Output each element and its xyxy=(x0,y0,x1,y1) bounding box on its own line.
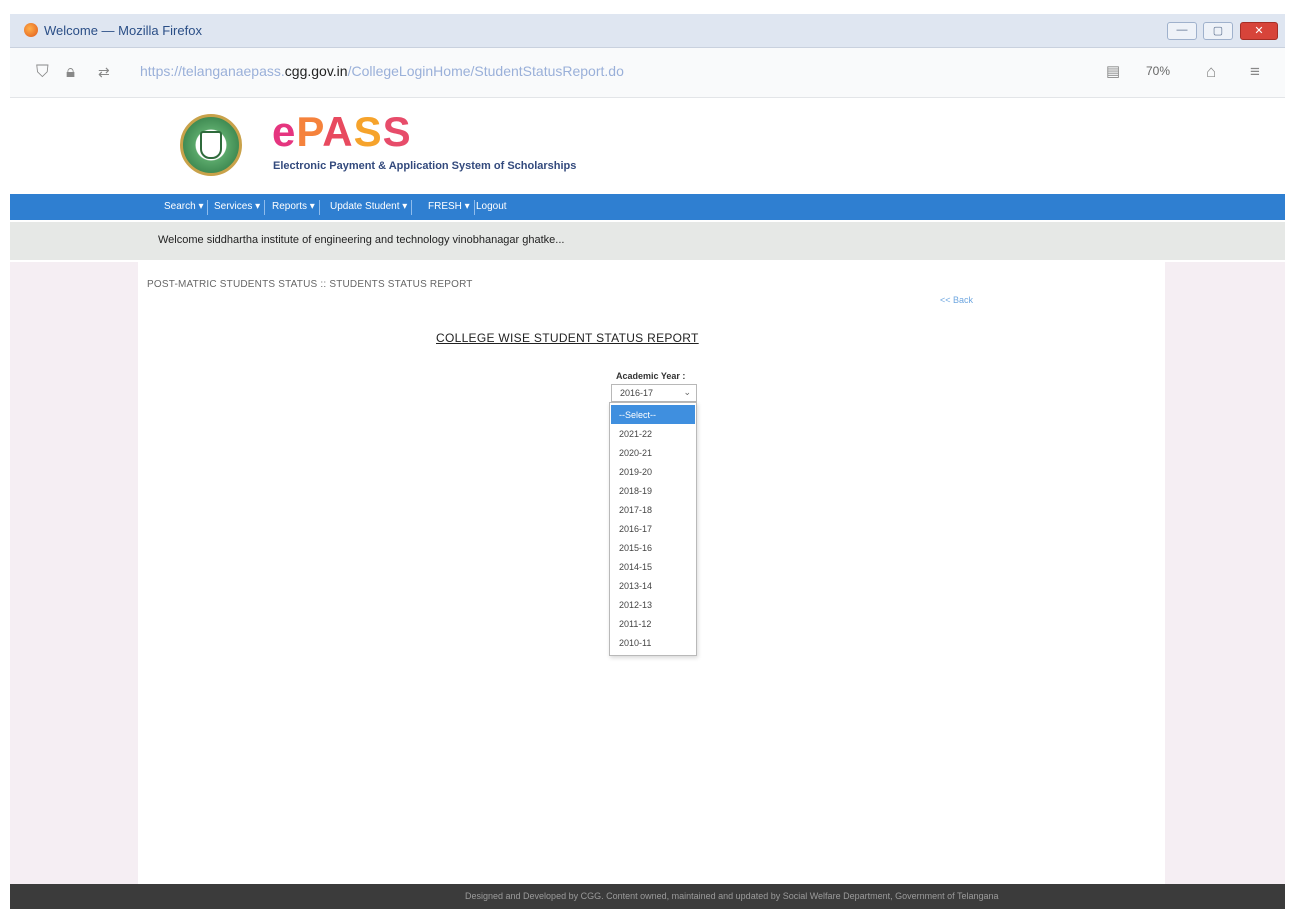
minimize-button[interactable]: — xyxy=(1167,22,1197,40)
page-right-margin xyxy=(1165,262,1285,884)
menu-reports[interactable]: Reports ▾ xyxy=(268,200,320,215)
address-bar[interactable]: https://telanganaepass.cgg.gov.in/Colleg… xyxy=(140,63,624,79)
main-menu: Search ▾ Services ▾ Reports ▾ Update Stu… xyxy=(10,194,1285,220)
dropdown-option[interactable]: 2010-11 xyxy=(611,633,695,652)
dropdown-option[interactable]: --Select-- xyxy=(611,405,695,424)
site-footer: Designed and Developed by CGG. Content o… xyxy=(10,884,1285,909)
browser-navbar: ⛉ 🔒︎ ⇄ https://telanganaepass.cgg.gov.in… xyxy=(10,48,1285,98)
firefox-icon xyxy=(24,23,38,37)
dropdown-option[interactable]: 2021-22 xyxy=(611,424,695,443)
dropdown-option[interactable]: 2011-12 xyxy=(611,614,695,633)
footer-text: Designed and Developed by CGG. Content o… xyxy=(465,891,999,901)
site-tagline: Electronic Payment & Application System … xyxy=(273,160,577,172)
lock-icon[interactable]: 🔒︎ xyxy=(66,62,75,82)
url-domain: cgg.gov.in xyxy=(284,63,348,79)
menu-update-student[interactable]: Update Student ▾ xyxy=(326,200,413,215)
permissions-icon[interactable]: ⇄ xyxy=(98,64,110,81)
menu-icon[interactable]: ≡ xyxy=(1250,62,1260,82)
close-icon: ✕ xyxy=(1254,25,1264,37)
close-button[interactable]: ✕ xyxy=(1240,22,1278,40)
academic-year-label: Academic Year : xyxy=(616,371,686,381)
chevron-down-icon: ⌄ xyxy=(683,387,691,397)
maximize-button[interactable]: ▢ xyxy=(1203,22,1233,40)
dropdown-option[interactable]: 2016-17 xyxy=(611,519,695,538)
url-suffix: /CollegeLoginHome/StudentStatusReport.do xyxy=(347,63,624,79)
menu-fresh[interactable]: FRESH ▾ xyxy=(424,200,475,215)
url-prefix: https://telanganaepass. xyxy=(140,63,285,79)
minimize-icon: — xyxy=(1176,24,1188,36)
back-link[interactable]: << Back xyxy=(940,295,973,305)
menu-services[interactable]: Services ▾ xyxy=(210,200,266,215)
reader-view-icon[interactable]: ▤ xyxy=(1106,62,1120,80)
window-titlebar: Welcome — Mozilla Firefox — ▢ ✕ xyxy=(10,14,1285,48)
page-left-margin xyxy=(10,262,138,884)
site-header: ePASS Electronic Payment & Application S… xyxy=(10,98,1285,194)
welcome-text: Welcome siddhartha institute of engineer… xyxy=(158,234,565,246)
home-icon[interactable]: ⌂ xyxy=(1206,62,1216,82)
academic-year-dropdown: --Select-- 2021-22 2020-21 2019-20 2018-… xyxy=(609,402,697,656)
dropdown-option[interactable]: 2013-14 xyxy=(611,576,695,595)
shield-icon[interactable]: ⛉ xyxy=(36,62,49,82)
welcome-bar: Welcome siddhartha institute of engineer… xyxy=(10,222,1285,260)
state-emblem-icon xyxy=(180,114,242,176)
dropdown-option[interactable]: 2014-15 xyxy=(611,557,695,576)
menu-search[interactable]: Search ▾ xyxy=(160,200,209,215)
dropdown-option[interactable]: 2015-16 xyxy=(611,538,695,557)
breadcrumb: POST-MATRIC STUDENTS STATUS :: STUDENTS … xyxy=(147,279,473,290)
academic-year-select[interactable]: 2016-17 ⌄ xyxy=(611,384,697,402)
report-title: COLLEGE WISE STUDENT STATUS REPORT xyxy=(436,331,699,345)
dropdown-option[interactable]: 2019-20 xyxy=(611,462,695,481)
epass-logo: ePASS xyxy=(272,108,412,155)
dropdown-option[interactable]: 2012-13 xyxy=(611,595,695,614)
dropdown-option[interactable]: 2018-19 xyxy=(611,481,695,500)
dropdown-option[interactable]: 2020-21 xyxy=(611,443,695,462)
academic-year-selected: 2016-17 xyxy=(620,388,654,398)
zoom-level[interactable]: 70% xyxy=(1146,64,1170,78)
menu-logout[interactable]: Logout xyxy=(472,200,511,215)
window-title: Welcome — Mozilla Firefox xyxy=(44,23,202,38)
dropdown-option[interactable]: 2017-18 xyxy=(611,500,695,519)
maximize-icon: ▢ xyxy=(1212,25,1224,37)
